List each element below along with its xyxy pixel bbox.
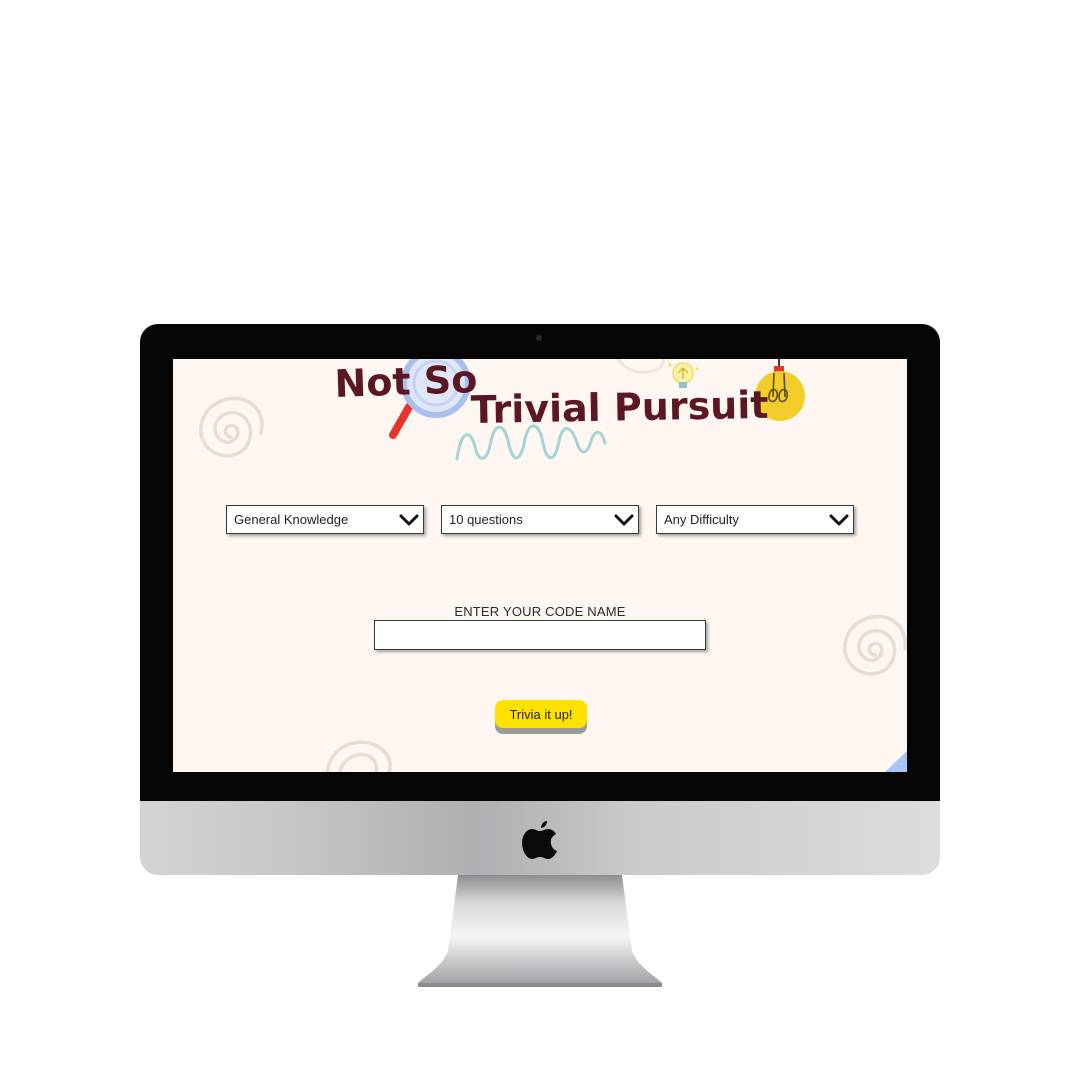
question-count-select-value: 10 questions xyxy=(449,512,523,527)
corner-accent xyxy=(885,751,907,772)
webcam xyxy=(536,335,542,341)
codename-label: ENTER YOUR CODE NAME xyxy=(454,604,626,619)
difficulty-select-value: Any Difficulty xyxy=(664,512,739,527)
title-part2: Trivial Pursuit xyxy=(470,383,768,432)
difficulty-select[interactable]: Any Difficulty xyxy=(656,505,854,534)
swirl-icon xyxy=(325,740,392,772)
swirl-icon xyxy=(843,614,907,676)
start-trivia-button[interactable]: Trivia it up! xyxy=(495,700,587,728)
swirl-icon xyxy=(199,396,264,458)
apple-logo-icon xyxy=(522,821,557,859)
app-logo: Not So Trivial Pursuit xyxy=(334,359,805,461)
chevron-down-icon xyxy=(399,514,419,526)
chevron-down-icon xyxy=(829,514,849,526)
title-part1: Not So xyxy=(334,359,478,406)
category-select[interactable]: General Knowledge xyxy=(226,505,424,534)
category-select-value: General Knowledge xyxy=(234,512,349,527)
chevron-down-icon xyxy=(614,514,634,526)
monitor-stand xyxy=(418,875,662,987)
question-count-select[interactable]: 10 questions xyxy=(441,505,639,534)
app-screen: Not So Trivial Pursuit General Knowledge… xyxy=(173,359,907,772)
codename-input[interactable] xyxy=(374,620,706,650)
